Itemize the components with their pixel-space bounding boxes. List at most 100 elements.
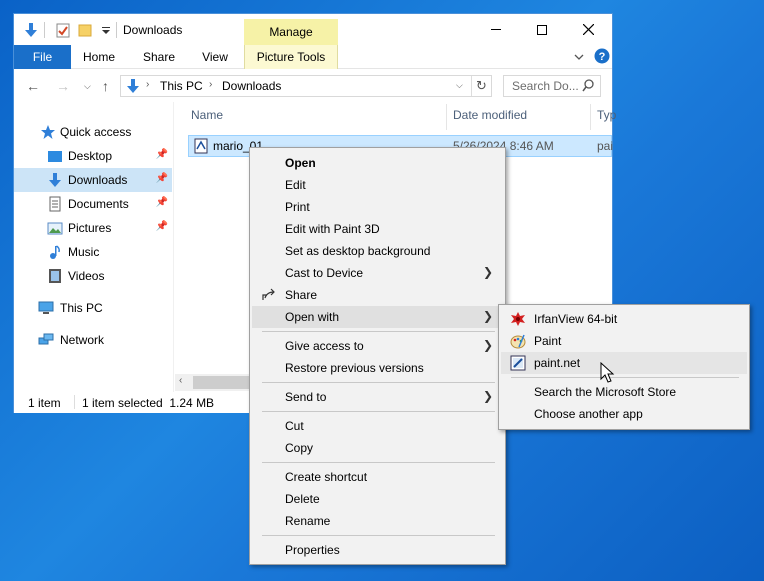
menu-item-label: Create shortcut [285, 470, 368, 484]
menu-item-set-as-desktop-background[interactable]: Set as desktop background [252, 240, 503, 262]
menu-item-label: Print [285, 200, 310, 214]
menu-item-open-with[interactable]: Open with ❯ [252, 306, 503, 328]
scroll-left-icon[interactable]: ‹ [179, 375, 182, 386]
submenu-item-irfanview[interactable]: IrfanView 64-bit [501, 308, 747, 330]
menu-separator [262, 382, 495, 383]
help-icon[interactable]: ? [594, 48, 610, 64]
sidebar-item-videos[interactable]: Videos [14, 264, 172, 288]
status-item-count: 1 item [28, 396, 61, 410]
new-folder-icon[interactable] [77, 22, 93, 38]
menu-item-edit-with-paint-3d[interactable]: Edit with Paint 3D [252, 218, 503, 240]
submenu-item-label: IrfanView 64-bit [534, 312, 618, 326]
breadcrumb-this-pc[interactable]: This PC [160, 79, 203, 93]
properties-icon[interactable] [55, 22, 71, 38]
minimize-button[interactable] [473, 14, 519, 45]
pictures-icon [47, 222, 63, 235]
sidebar-item-label: Videos [68, 269, 105, 283]
menu-item-rename[interactable]: Rename [252, 510, 503, 532]
sidebar-item-music[interactable]: Music [14, 240, 172, 264]
column-header-date-modified[interactable]: Date modified [453, 108, 527, 122]
sidebar-item-label: Documents [68, 197, 129, 211]
tab-manage[interactable]: Manage [244, 19, 338, 45]
ribbon-tabs: File Home Share View Picture Tools ? [14, 45, 612, 69]
tab-picture-tools[interactable]: Picture Tools [244, 45, 338, 69]
sidebar-item-label: Pictures [68, 221, 112, 235]
recent-locations-icon[interactable]: ⌵ [84, 81, 91, 92]
close-button[interactable] [565, 14, 611, 45]
mouse-cursor-icon [600, 362, 615, 383]
menu-item-give-access-to[interactable]: Give access to ❯ [252, 335, 503, 357]
menu-item-label: Edit with Paint 3D [285, 222, 380, 236]
sidebar-item-quick-access[interactable]: Quick access [14, 120, 172, 144]
address-dropdown-icon[interactable]: ⌵ [456, 80, 463, 91]
videos-icon [49, 269, 61, 283]
breadcrumb-chevron-icon: › [146, 79, 150, 90]
menu-item-properties[interactable]: Properties [252, 539, 503, 561]
menu-item-delete[interactable]: Delete [252, 488, 503, 510]
menu-item-label: Cut [285, 419, 304, 433]
breadcrumb-downloads[interactable]: Downloads [222, 79, 281, 93]
sidebar-item-this-pc[interactable]: This PC [14, 296, 172, 320]
submenu-item-search-store[interactable]: Search the Microsoft Store [501, 381, 747, 403]
menu-item-open[interactable]: Open [252, 152, 503, 174]
submenu-item-choose-another-app[interactable]: Choose another app [501, 403, 747, 425]
menu-item-label: Share [285, 288, 318, 302]
back-icon[interactable]: ← [26, 78, 40, 94]
refresh-icon[interactable]: ↻ [476, 78, 487, 94]
share-icon [262, 288, 275, 300]
close-icon [582, 24, 594, 35]
menu-item-copy[interactable]: Copy [252, 437, 503, 459]
menu-item-edit[interactable]: Edit [252, 174, 503, 196]
menu-item-label: Open [285, 156, 316, 170]
sidebar-item-documents[interactable]: Documents 📌 [14, 192, 172, 216]
tab-view[interactable]: View [194, 45, 236, 69]
forward-icon[interactable]: → [56, 78, 70, 94]
expand-ribbon-icon[interactable] [573, 52, 585, 62]
menu-separator [262, 411, 495, 412]
open-with-submenu: IrfanView 64-bit Paint paint.net Search … [498, 304, 750, 430]
submenu-item-label: Paint [534, 334, 562, 348]
column-divider[interactable] [446, 104, 447, 130]
address-bar[interactable]: › This PC › Downloads ⌵ ↻ [120, 75, 492, 97]
up-icon[interactable]: ↑ [102, 78, 109, 94]
scroll-thumb[interactable] [193, 376, 253, 389]
pin-icon: 📌 [155, 197, 168, 208]
qat-divider [44, 22, 45, 38]
menu-item-label: Copy [285, 441, 314, 455]
search-icon [582, 79, 594, 92]
menu-item-send-to[interactable]: Send to ❯ [252, 386, 503, 408]
submenu-item-paint[interactable]: Paint [501, 330, 747, 352]
menu-item-share[interactable]: Share [252, 284, 503, 306]
menu-item-print[interactable]: Print [252, 196, 503, 218]
submenu-item-label: Choose another app [534, 407, 643, 421]
menu-item-label: Rename [285, 514, 331, 528]
maximize-button[interactable] [519, 14, 565, 45]
column-header-name[interactable]: Name [191, 108, 223, 122]
sidebar-item-label: This PC [60, 301, 103, 315]
network-icon [38, 333, 54, 345]
sidebar-item-network[interactable]: Network [14, 328, 172, 352]
column-header-type[interactable]: Typ [597, 108, 616, 122]
sidebar-item-desktop[interactable]: Desktop 📌 [14, 144, 172, 168]
star-icon [41, 125, 55, 139]
sidebar-item-downloads[interactable]: Downloads 📌 [14, 168, 172, 192]
file-type: pai [597, 139, 614, 153]
menu-item-restore-previous-versions[interactable]: Restore previous versions [252, 357, 503, 379]
menu-item-create-shortcut[interactable]: Create shortcut [252, 466, 503, 488]
qat-divider [116, 22, 117, 38]
tab-file[interactable]: File [14, 45, 71, 69]
search-input[interactable]: Search Do... [503, 75, 601, 97]
tab-share[interactable]: Share [134, 45, 184, 69]
menu-item-cast-to-device[interactable]: Cast to Device ❯ [252, 262, 503, 284]
submenu-arrow-icon: ❯ [482, 389, 493, 403]
menu-item-cut[interactable]: Cut [252, 415, 503, 437]
sidebar-item-pictures[interactable]: Pictures 📌 [14, 216, 172, 240]
download-arrow-icon [49, 173, 61, 187]
tab-home[interactable]: Home [76, 45, 122, 69]
customize-qat-icon[interactable] [98, 22, 114, 38]
column-divider[interactable] [590, 104, 591, 130]
paintdotnet-icon [510, 355, 526, 371]
submenu-item-paint-net[interactable]: paint.net [501, 352, 747, 374]
irfanview-icon [511, 312, 525, 326]
submenu-arrow-icon: ❯ [482, 309, 493, 323]
